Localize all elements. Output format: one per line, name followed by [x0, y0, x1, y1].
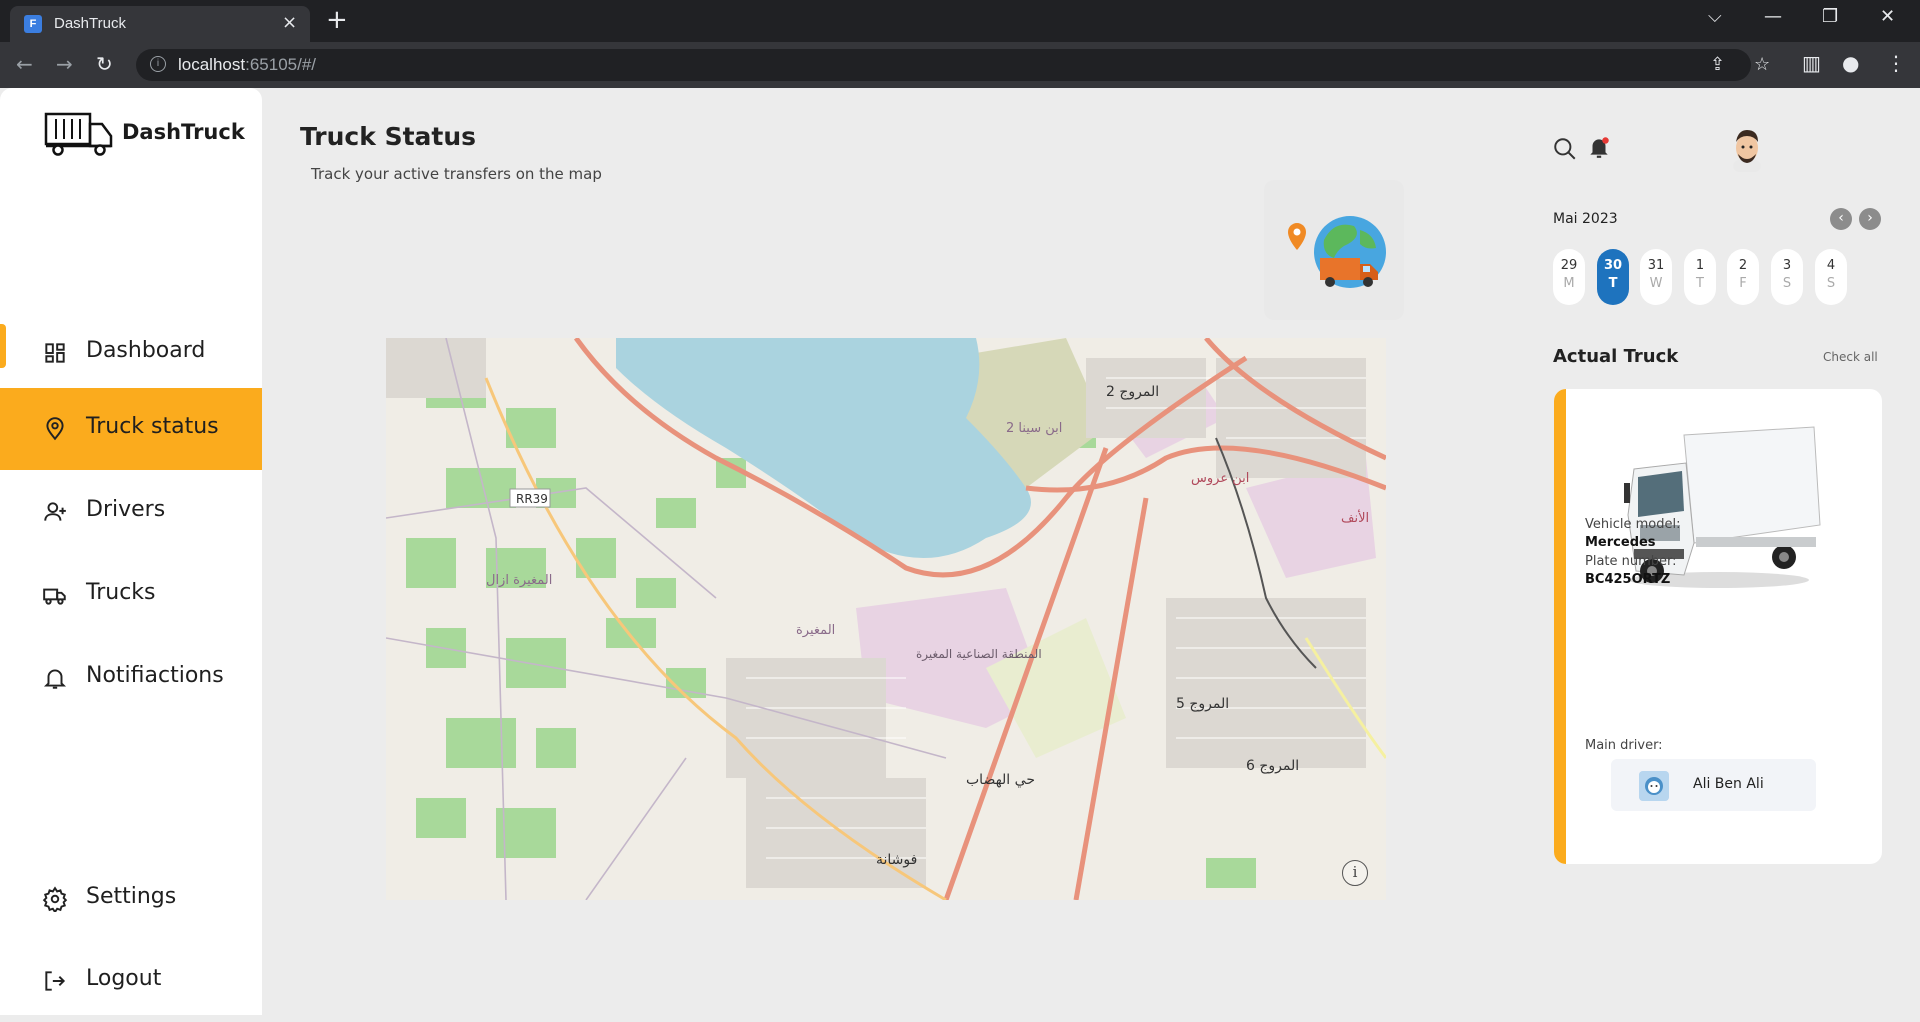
map-label: الأنف	[1341, 509, 1369, 526]
map-label: المنطقة الصناعية المغيرة	[916, 647, 1042, 662]
map-label: المغيرة ازال	[486, 573, 552, 588]
vehicle-model-value: Mercedes	[1585, 535, 1656, 550]
tab-close-icon[interactable]: ×	[282, 12, 297, 33]
add-person-icon	[44, 502, 66, 521]
page-subtitle: Track your active transfers on the map	[311, 165, 602, 183]
truck-map-illustration	[1264, 180, 1404, 320]
sidebar-item-label: Settings	[86, 884, 177, 909]
calendar-day[interactable]: 1T	[1684, 249, 1716, 305]
browser-tab[interactable]: F DashTruck ×	[10, 6, 310, 42]
menu-kebab-icon[interactable]: ⋮	[1886, 51, 1906, 75]
forward-icon[interactable]: →	[56, 52, 73, 76]
sidebar-item-label: Dashboard	[86, 338, 206, 363]
sidebar-item-label: Trucks	[86, 580, 156, 605]
search-icon[interactable]	[1552, 136, 1578, 162]
map-label: ابن عروس	[1191, 471, 1249, 486]
tab-title: DashTruck	[54, 15, 126, 32]
section-title: Actual Truck	[1553, 346, 1679, 367]
calendar-day[interactable]: 29 M	[1553, 249, 1585, 305]
site-info-icon[interactable]: i	[150, 56, 166, 72]
card-accent-stripe	[1554, 389, 1566, 864]
bookmark-star-icon[interactable]: ☆	[1754, 54, 1770, 75]
main-driver-label: Main driver:	[1585, 738, 1663, 753]
brand-name: DashTruck	[122, 120, 245, 144]
map-label: حي الهضاب	[966, 772, 1035, 788]
map-label: المروج 2	[1106, 384, 1159, 400]
driver-name: Ali Ben Ali	[1693, 776, 1764, 792]
reload-icon[interactable]: ↻	[96, 52, 113, 76]
bell-icon	[43, 669, 67, 689]
profile-icon[interactable]: ●	[1842, 51, 1859, 75]
check-all-link[interactable]: Check all	[1823, 350, 1878, 364]
calendar-day[interactable]: 3S	[1771, 249, 1803, 305]
sidebar-item-label: Truck status	[86, 414, 219, 439]
map-label: المغيرة	[796, 623, 835, 638]
share-icon[interactable]: ⇪	[1710, 54, 1725, 75]
gear-icon	[42, 886, 68, 912]
map-label: RR39	[516, 492, 548, 506]
sidebar: DashTruck Dashboard Truck status Drivers…	[0, 88, 262, 1015]
sidebar-item-notifications[interactable]: Notifiactions	[0, 637, 262, 719]
tab-search-icon[interactable]: ⌵	[1708, 6, 1722, 27]
sidebar-item-dashboard[interactable]: Dashboard	[0, 312, 262, 394]
driver-chip[interactable]: Ali Ben Ali	[1611, 759, 1816, 811]
address-bar[interactable]: i localhost:65105/#/ ⇪ ☆	[136, 49, 1770, 81]
minimize-button[interactable]: —	[1764, 6, 1782, 27]
sidebar-item-logout[interactable]: Logout	[0, 940, 262, 1022]
truck-icon	[43, 588, 66, 605]
calendar-day[interactable]: 2F	[1727, 249, 1759, 305]
calendar-day[interactable]: 4S	[1815, 249, 1847, 305]
side-panel-icon[interactable]: ▥	[1802, 51, 1821, 75]
plate-number-value: BC425ORTZ	[1585, 572, 1671, 587]
back-icon[interactable]: ←	[16, 52, 33, 76]
truck-card[interactable]: Vehicle model: Mercedes Plate number: BC…	[1554, 389, 1882, 864]
sidebar-item-settings[interactable]: Settings	[0, 858, 262, 940]
sidebar-item-truck-status[interactable]: Truck status	[0, 388, 262, 470]
sidebar-item-label: Notifiactions	[86, 663, 224, 688]
flutter-favicon-icon: F	[24, 15, 42, 33]
map-attribution-info-icon[interactable]: i	[1342, 860, 1368, 886]
sidebar-item-label: Logout	[86, 966, 162, 991]
calendar-month: Mai 2023	[1553, 211, 1618, 227]
calendar-day-selected[interactable]: 30 T	[1597, 249, 1629, 305]
calendar-next-button[interactable]: ›	[1859, 208, 1881, 230]
map-label: ابن سينا 2	[1006, 421, 1062, 436]
driver-avatar-icon	[1639, 771, 1669, 801]
map-label: المروج 6	[1246, 758, 1299, 774]
plate-number-label: Plate number:	[1585, 554, 1677, 569]
notification-bell-icon[interactable]	[1586, 134, 1612, 160]
vehicle-model-label: Vehicle model:	[1585, 517, 1681, 532]
dashboard-icon	[45, 343, 65, 363]
calendar-prev-button[interactable]: ‹	[1830, 208, 1852, 230]
sidebar-item-drivers[interactable]: Drivers	[0, 471, 262, 553]
sidebar-item-label: Drivers	[86, 497, 166, 522]
map-label: المروج 5	[1176, 696, 1229, 712]
close-window-button[interactable]: ✕	[1880, 6, 1895, 27]
user-avatar[interactable]	[1726, 126, 1768, 172]
browser-toolbar: ← → ↻ i localhost:65105/#/ ⇪ ☆ ▥ ● ⋮	[0, 42, 1920, 88]
truck-logo-icon	[44, 112, 113, 156]
map-view[interactable]: RR39 المروج 2 ابن سينا 2 المغيرة المنطقة…	[386, 338, 1386, 900]
location-pin-icon	[46, 417, 64, 441]
url-text[interactable]: localhost:65105/#/	[178, 55, 316, 75]
browser-titlebar: F DashTruck × + ⌵ — ❐ ✕	[0, 0, 1920, 42]
map-label: فوشانة	[876, 852, 917, 868]
calendar-day[interactable]: 31 W	[1640, 249, 1672, 305]
logout-icon	[45, 971, 66, 991]
restore-button[interactable]: ❐	[1822, 6, 1838, 27]
sidebar-item-trucks[interactable]: Trucks	[0, 554, 262, 636]
new-tab-button[interactable]: +	[326, 5, 348, 35]
page-title: Truck Status	[300, 122, 477, 151]
